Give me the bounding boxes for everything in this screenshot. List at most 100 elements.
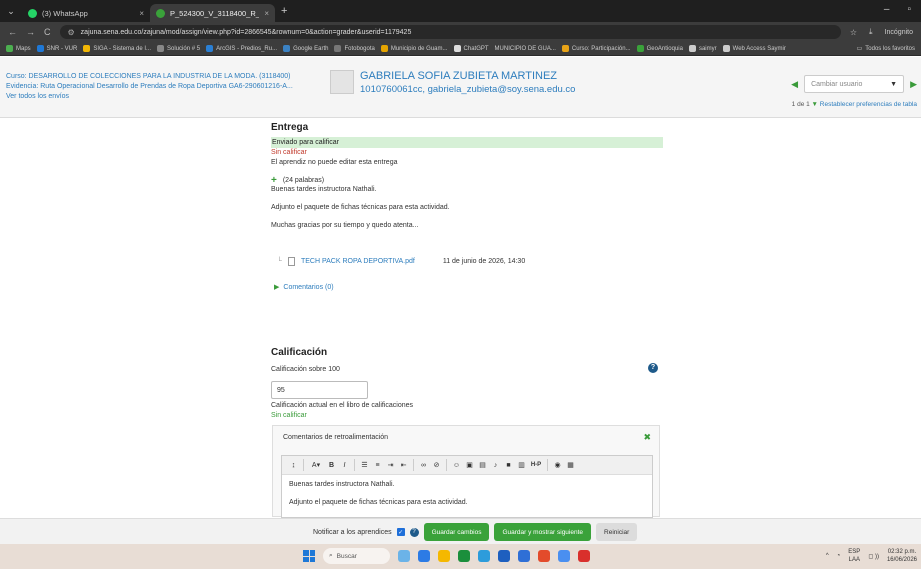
- image-icon[interactable]: ▣: [463, 459, 476, 472]
- taskbar-search[interactable]: ⌕ Buscar: [323, 548, 390, 564]
- bookmark-item[interactable]: GeoAntioquia: [636, 45, 683, 52]
- bookmark-item[interactable]: saimyr: [688, 45, 717, 52]
- filter-icon[interactable]: ▼: [812, 101, 818, 108]
- star-icon[interactable]: ☆: [850, 28, 857, 37]
- notify-checkbox[interactable]: ✓: [396, 528, 405, 536]
- tab-grader[interactable]: P_524300_V_3118400_R_44_C ×: [150, 4, 275, 22]
- accessibility-icon[interactable]: ◉: [551, 459, 564, 472]
- course-link[interactable]: Curso: DESARROLLO DE COLECCIONES PARA LA…: [6, 72, 336, 82]
- collapse-icon[interactable]: ✖: [643, 432, 651, 443]
- link-icon[interactable]: ∞: [417, 459, 430, 472]
- bookmark-item[interactable]: Fotobogota: [334, 45, 375, 52]
- save-button[interactable]: Guardar cambios: [423, 523, 490, 541]
- reload-icon[interactable]: C: [44, 27, 51, 37]
- bookmark-item[interactable]: Solución # 5: [157, 45, 200, 52]
- comments-toggle[interactable]: ▶ Comentarios (0): [274, 283, 663, 292]
- back-icon[interactable]: ←: [8, 27, 17, 37]
- caret-right-icon: ▶: [274, 284, 280, 291]
- feedback-editor[interactable]: ↨ A▾ B I ☰ ≡ ⇥ ⇤ ∞ ⊘ ☺ ▣ ▤ ♪ ■ ▥ H-P ◉ ▦: [281, 455, 653, 518]
- reset-button[interactable]: Reiniciar: [596, 523, 638, 541]
- reset-preferences-link[interactable]: Restablecer preferencias de tabla: [820, 101, 917, 108]
- microphone-icon[interactable]: ♪: [489, 459, 502, 472]
- grader-header: Curso: DESARROLLO DE COLECCIONES PARA LA…: [0, 57, 921, 118]
- indent-icon[interactable]: ⇥: [384, 459, 397, 472]
- outdent-icon[interactable]: ⇤: [397, 459, 410, 472]
- bookmark-item[interactable]: ArcGIS - Predios_Ru...: [206, 45, 277, 52]
- url-input[interactable]: ⚙ zajuna.sena.edu.co/zajuna/mod/assign/v…: [59, 25, 841, 39]
- all-bookmarks[interactable]: ▭ Todos los favoritos: [857, 45, 915, 53]
- bookmark-item[interactable]: Maps: [6, 45, 31, 52]
- h5p-icon[interactable]: H-P: [528, 459, 544, 472]
- windows-start-icon[interactable]: [303, 550, 315, 562]
- close-icon[interactable]: ×: [139, 9, 144, 18]
- expand-icon[interactable]: +: [271, 176, 277, 186]
- address-bar: ← → C ⚙ zajuna.sena.edu.co/zajuna/mod/as…: [0, 22, 921, 42]
- acrobat-icon[interactable]: [578, 550, 590, 562]
- app-icon[interactable]: [558, 550, 570, 562]
- tab-whatsapp[interactable]: (3) WhatsApp ×: [22, 4, 150, 22]
- outlook-icon[interactable]: [498, 550, 510, 562]
- save-next-button[interactable]: Guardar y mostrar siguiente: [494, 523, 592, 541]
- toolbar-toggle-icon[interactable]: ↨: [287, 459, 300, 472]
- attachment-row: └ TECH PACK ROPA DEPORTIVA.pdf 11 de jun…: [277, 257, 663, 266]
- table-icon[interactable]: ▦: [564, 459, 577, 472]
- search-icon: ⌕: [329, 552, 333, 559]
- explorer-icon[interactable]: [438, 550, 450, 562]
- attachment-date: 11 de junio de 2026, 14:30: [442, 258, 526, 265]
- download-icon[interactable]: ⤓: [869, 27, 873, 37]
- view-all-link[interactable]: Ver todos los envíos: [6, 92, 336, 102]
- numbered-list-icon[interactable]: ≡: [371, 459, 384, 472]
- video-icon[interactable]: ■: [502, 459, 515, 472]
- files-icon[interactable]: [418, 550, 430, 562]
- new-tab-button[interactable]: +: [281, 5, 287, 17]
- volume-icon[interactable]: ◻ )): [868, 553, 879, 560]
- emoji-icon[interactable]: ☺: [450, 459, 463, 472]
- browser-tabbar: ⌄ (3) WhatsApp × P_524300_V_3118400_R_44…: [0, 0, 921, 22]
- attachment-link[interactable]: TECH PACK ROPA DEPORTIVA.pdf: [301, 258, 415, 265]
- bookmark-item[interactable]: SIGA - Sistema de I...: [83, 45, 151, 52]
- site-icon: [156, 8, 165, 18]
- bookmark-item[interactable]: Web Access Saymir: [722, 45, 786, 52]
- student-name[interactable]: GABRIELA SOFIA ZUBIETA MARTINEZ: [360, 70, 575, 83]
- previous-user-icon[interactable]: ◀: [791, 79, 798, 90]
- bookmark-item[interactable]: ChatGPT: [453, 45, 489, 52]
- language-indicator[interactable]: ESP LAA: [848, 548, 860, 564]
- media-icon[interactable]: ▥: [515, 459, 528, 472]
- chrome-icon[interactable]: [538, 550, 550, 562]
- bookmark-item[interactable]: MUNICIPIO DE GUA...: [495, 46, 556, 52]
- current-grade-value: Sin calificar: [271, 412, 307, 419]
- bookmark-item[interactable]: Curso: Participación...: [561, 45, 631, 52]
- forward-icon[interactable]: →: [26, 27, 35, 37]
- network-icon[interactable]: ◔: [837, 553, 841, 559]
- italic-icon[interactable]: I: [338, 459, 351, 472]
- chevron-up-icon[interactable]: ^: [826, 553, 829, 559]
- bookmark-item[interactable]: SNR - VUR: [36, 45, 77, 52]
- edge-icon[interactable]: [458, 550, 470, 562]
- site-info-icon[interactable]: ⚙: [68, 28, 75, 37]
- change-user-select[interactable]: Cambiar usuario ▼: [804, 75, 905, 93]
- tab-search-icon[interactable]: ⌄: [0, 0, 22, 22]
- grade-input[interactable]: [271, 381, 368, 399]
- unlink-icon[interactable]: ⊘: [430, 459, 443, 472]
- grading-status: Sin calificar: [271, 149, 307, 156]
- font-style-icon[interactable]: A▾: [307, 459, 325, 472]
- bookmark-item[interactable]: Municipio de Guam...: [380, 45, 448, 52]
- restore-icon[interactable]: ▫: [907, 4, 911, 15]
- help-icon[interactable]: ?: [648, 363, 658, 373]
- clock[interactable]: 02:32 p.m. 16/06/2026: [887, 548, 917, 564]
- evidence-link[interactable]: Evidencia: Ruta Operacional Desarrollo d…: [6, 82, 336, 92]
- os-taskbar: ⌕ Buscar ^ ◔ ESP LAA ◻ )) 02:32 p.m. 16/06…: [0, 544, 921, 569]
- widgets-icon[interactable]: [398, 550, 410, 562]
- minimize-icon[interactable]: –: [884, 4, 890, 15]
- file-icon[interactable]: ▤: [476, 459, 489, 472]
- word-icon[interactable]: [518, 550, 530, 562]
- next-user-icon[interactable]: ▶: [910, 79, 917, 90]
- bookmark-item[interactable]: Google Earth: [283, 45, 328, 52]
- help-icon[interactable]: ?: [409, 527, 419, 537]
- incognito-badge[interactable]: Incógnito: [885, 29, 913, 36]
- store-icon[interactable]: [478, 550, 490, 562]
- bold-icon[interactable]: B: [325, 459, 338, 472]
- bullet-list-icon[interactable]: ☰: [358, 459, 371, 472]
- close-icon[interactable]: ×: [264, 9, 269, 18]
- feedback-panel: Comentarios de retroalimentación ✖ ↨ A▾ …: [272, 425, 660, 518]
